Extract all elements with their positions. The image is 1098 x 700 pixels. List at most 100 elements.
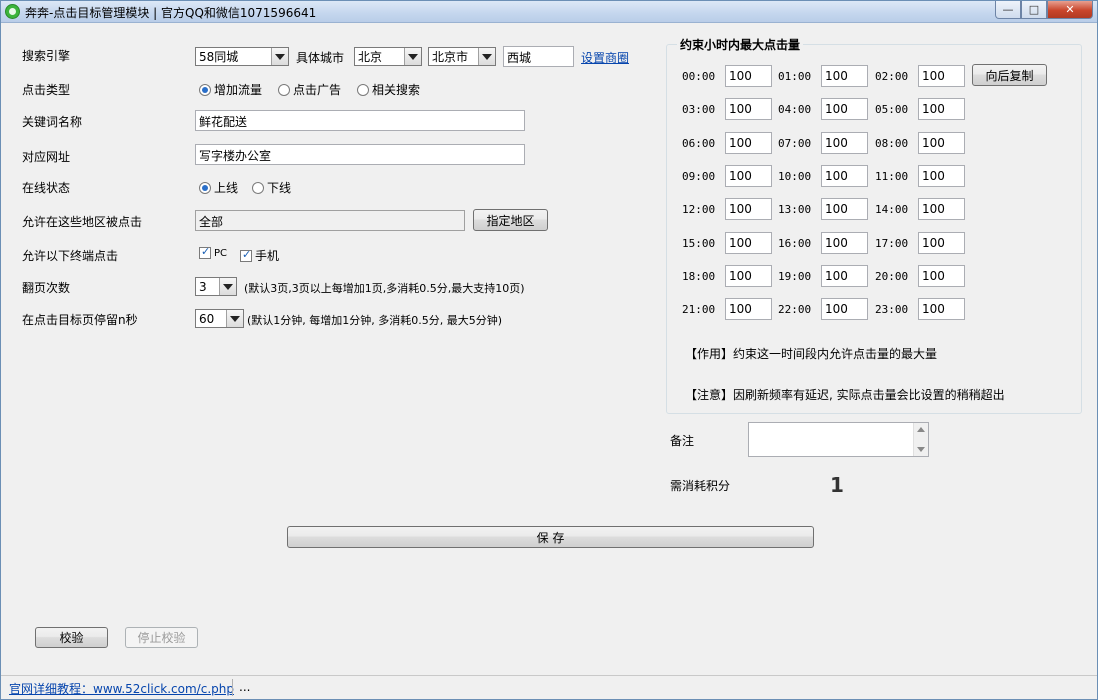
online-status-option-label: 下线	[267, 181, 292, 195]
set-business-area-link[interactable]: 设置商圈	[581, 49, 629, 66]
terminal-pc-checkbox[interactable]: PC	[199, 245, 228, 259]
hour-limit-input[interactable]: 100	[725, 65, 772, 87]
hour-limit-input[interactable]: 100	[918, 132, 965, 154]
click-type-option[interactable]: 增加流量	[199, 81, 262, 98]
close-button[interactable]: ✕	[1047, 1, 1093, 19]
save-button[interactable]: 保 存	[287, 526, 814, 548]
hour-limit-input[interactable]: 100	[918, 265, 965, 287]
minimize-icon: —	[1002, 3, 1014, 16]
url-label: 对应网址	[22, 150, 71, 164]
hour-limit-input[interactable]: 100	[918, 98, 965, 120]
terminal-option-label: 手机	[255, 249, 280, 263]
hour-limit-input[interactable]: 100	[918, 298, 965, 320]
chevron-down-icon	[271, 48, 288, 65]
maximize-button[interactable]: □	[1021, 1, 1047, 19]
hour-label: 02:00	[875, 70, 909, 83]
district-input[interactable]: 西城	[503, 46, 574, 67]
hour-limit-input[interactable]: 100	[725, 132, 772, 154]
keyword-label: 关键词名称	[22, 115, 83, 129]
specify-region-button[interactable]: 指定地区	[473, 209, 548, 231]
copy-forward-button[interactable]: 向后复制	[972, 64, 1047, 86]
hour-limit-input[interactable]: 100	[918, 232, 965, 254]
checkbox-checked-icon	[240, 248, 252, 262]
hour-limit-input[interactable]: 100	[918, 165, 965, 187]
chevron-down-icon	[404, 48, 421, 65]
hour-limit-input[interactable]: 100	[918, 198, 965, 220]
search-engine-select[interactable]: 58同城	[195, 47, 289, 66]
hour-limit-input[interactable]: 100	[821, 165, 868, 187]
pages-select[interactable]: 3	[195, 277, 237, 296]
radio-icon	[357, 83, 369, 96]
pages-value: 3	[199, 279, 207, 294]
status-divider	[232, 679, 233, 696]
click-type-option[interactable]: 点击广告	[278, 81, 341, 98]
radio-icon	[252, 181, 264, 194]
remark-textarea[interactable]	[748, 422, 929, 457]
online-status-option[interactable]: 下线	[252, 179, 291, 196]
hour-limit-input[interactable]: 100	[821, 132, 868, 154]
click-type-option-label: 点击广告	[293, 83, 342, 97]
window-title: 奔奔-点击目标管理模块 | 官方QQ和微信1071596641	[25, 6, 317, 20]
scroll-up-icon	[917, 427, 925, 432]
scrollbar[interactable]	[913, 423, 928, 456]
city-label: 具体城市	[296, 51, 345, 65]
hour-label: 01:00	[778, 70, 812, 83]
online-status-option[interactable]: 上线	[199, 179, 238, 196]
hour-limit-input[interactable]: 100	[821, 298, 868, 320]
terminal-mobile-checkbox[interactable]: 手机	[240, 247, 279, 264]
search-engine-value: 58同城	[199, 50, 239, 64]
hour-limit-input[interactable]: 100	[821, 232, 868, 254]
stay-select[interactable]: 60	[195, 309, 244, 328]
window-controls: — □ ✕	[995, 1, 1093, 19]
hour-limit-input[interactable]: 100	[821, 265, 868, 287]
chevron-down-icon	[219, 278, 236, 295]
hour-label: 04:00	[778, 103, 812, 116]
hour-label: 21:00	[682, 303, 716, 316]
pages-hint: (默认3页,3页以上每增加1页,多消耗0.5分,最大支持10页)	[244, 282, 525, 295]
hour-limit-input[interactable]: 100	[725, 98, 772, 120]
hour-limit-input[interactable]: 100	[725, 232, 772, 254]
hour-limit-input[interactable]: 100	[821, 198, 868, 220]
remark-value	[749, 423, 928, 429]
city-select[interactable]: 北京市	[428, 47, 496, 66]
hour-limit-input[interactable]: 100	[725, 298, 772, 320]
hour-label: 19:00	[778, 270, 812, 283]
hour-label: 14:00	[875, 203, 909, 216]
hour-limit-input[interactable]: 100	[821, 65, 868, 87]
hour-label: 09:00	[682, 170, 716, 183]
verify-button[interactable]: 校验	[35, 627, 108, 648]
minimize-button[interactable]: —	[995, 1, 1021, 19]
app-window: 奔奔-点击目标管理模块 | 官方QQ和微信1071596641 — □ ✕ 搜索…	[0, 0, 1098, 700]
terminal-option-label: PC	[214, 247, 228, 259]
tutorial-link[interactable]: 官网详细教程：www.52click.com/c.php	[9, 680, 234, 697]
online-status-label: 在线状态	[22, 181, 71, 195]
click-type-option-label: 相关搜索	[372, 83, 421, 97]
warning-note: 【注意】因刷新频率有延迟, 实际点击量会比设置的稍稍超出	[685, 388, 1005, 402]
radio-icon	[278, 83, 290, 96]
hour-limit-input[interactable]: 100	[821, 98, 868, 120]
stop-verify-button[interactable]: 停止校验	[125, 627, 198, 648]
hour-limit-input[interactable]: 100	[918, 65, 965, 87]
keyword-input[interactable]: 鲜花配送	[195, 110, 525, 131]
hour-limit-input[interactable]: 100	[725, 198, 772, 220]
hour-label: 20:00	[875, 270, 909, 283]
hour-label: 16:00	[778, 237, 812, 250]
cost-label: 需消耗积分	[670, 479, 731, 493]
click-type-option-label: 增加流量	[214, 83, 263, 97]
search-engine-label: 搜索引擎	[22, 49, 71, 63]
hour-limit-input[interactable]: 100	[725, 165, 772, 187]
province-value: 北京	[358, 50, 383, 64]
status-extra: ...	[239, 680, 251, 694]
title-bar: 奔奔-点击目标管理模块 | 官方QQ和微信1071596641 — □ ✕	[1, 1, 1097, 23]
regions-input[interactable]: 全部	[195, 210, 465, 231]
url-input[interactable]: 写字楼办公室	[195, 144, 525, 165]
scroll-down-icon	[917, 447, 925, 452]
hour-label: 23:00	[875, 303, 909, 316]
hour-label: 05:00	[875, 103, 909, 116]
province-select[interactable]: 北京	[354, 47, 422, 66]
hour-limit-input[interactable]: 100	[725, 265, 772, 287]
online-status-option-label: 上线	[214, 181, 239, 195]
click-type-option[interactable]: 相关搜索	[357, 81, 420, 98]
hour-label: 03:00	[682, 103, 716, 116]
hour-label: 08:00	[875, 137, 909, 150]
